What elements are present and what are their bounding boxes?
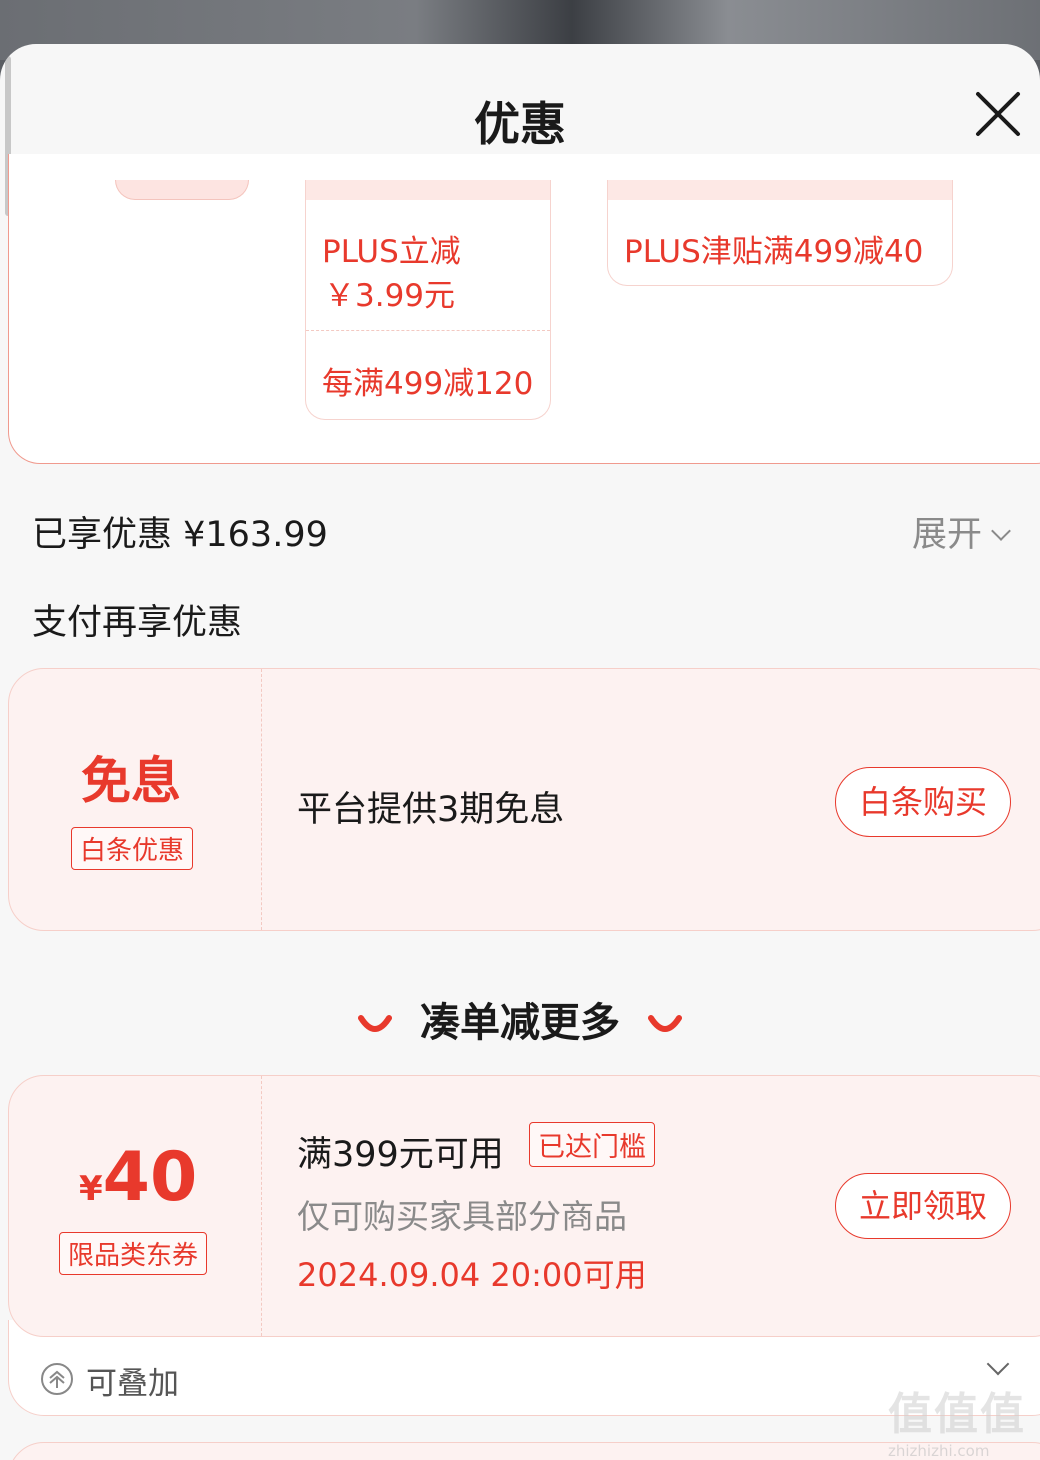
currency-symbol: ¥: [79, 1169, 103, 1209]
smile-icon: [358, 1015, 393, 1032]
plus-subsidy-card: PLUS津贴满499减40: [607, 180, 953, 286]
watermark-url: zhizhizhi.com: [888, 1442, 990, 1460]
stackable-label: 可叠加: [86, 1366, 179, 1402]
coupon-value: 40: [102, 1138, 198, 1217]
enjoyed-discount-total: 已享优惠 ¥163.99: [32, 515, 328, 555]
coupon-amount: ¥40: [79, 1138, 197, 1217]
smile-icon: [647, 1015, 682, 1032]
plus-discount-card: PLUS立减 ￥3.99元 每满499减120: [305, 180, 551, 420]
claim-coupon-button[interactable]: 立即领取: [835, 1173, 1011, 1239]
baitiao-tag: 白条优惠: [71, 827, 194, 870]
coupon-category-tag: 限品类东券: [59, 1232, 208, 1275]
interest-free-desc: 平台提供3期免息: [297, 790, 565, 830]
interest-free-card: 免息 白条优惠 平台提供3期免息 白条购买: [8, 668, 1040, 931]
more-discounts-header: 凑单减更多: [0, 990, 1040, 1048]
coupon-scope: 仅可购买家具部分商品: [297, 1197, 627, 1236]
expand-label: 展开: [912, 515, 983, 555]
threshold-reached-badge: 已达门槛: [529, 1122, 655, 1167]
expand-button[interactable]: 展开: [912, 506, 1011, 557]
interest-free-title: 免息: [81, 752, 181, 810]
sheet-title: 优惠: [474, 97, 566, 151]
plus-instant-label: PLUS立减: [322, 234, 461, 270]
close-icon[interactable]: [972, 88, 1024, 140]
coupon-condition: 满399元可用: [297, 1135, 504, 1175]
more-discounts-title: 凑单减更多: [420, 1000, 620, 1046]
payment-section-label: 支付再享优惠: [32, 603, 243, 643]
plus-subsidy-label: PLUS津贴满499减40: [624, 234, 924, 270]
next-coupon-card: [8, 1442, 1040, 1460]
discount-pill: [115, 180, 249, 200]
baitiao-buy-button[interactable]: 白条购买: [835, 767, 1011, 837]
plus-threshold-label: 每满499减120: [322, 366, 534, 402]
jd-coupon-card: ¥40 限品类东券 满399元可用 已达门槛 仅可购买家具部分商品 2024.0…: [8, 1075, 1040, 1337]
plus-instant-amount: ￥3.99元: [324, 278, 456, 314]
coupon-available-time: 2024.09.04 20:00可用: [297, 1256, 647, 1294]
stackable-icon: [41, 1363, 73, 1395]
watermark-logo: 值值值: [888, 1389, 1026, 1440]
watermark: 值值值 zhizhizhi.com: [888, 1378, 1036, 1460]
chevron-down-icon: [991, 521, 1011, 541]
